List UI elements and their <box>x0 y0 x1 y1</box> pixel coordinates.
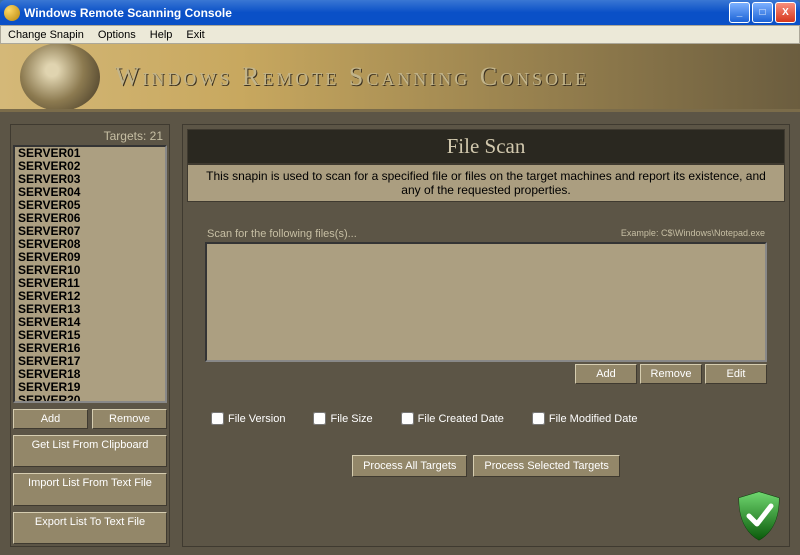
maximize-button[interactable]: □ <box>752 2 773 23</box>
menu-options[interactable]: Options <box>91 27 143 43</box>
sidebar: Targets: 21 SERVER01SERVER02SERVER03SERV… <box>10 124 170 547</box>
export-list-text-button[interactable]: Export List To Text File <box>13 512 167 544</box>
targets-count-label: Targets: 21 <box>13 127 167 145</box>
close-button[interactable]: X <box>775 2 796 23</box>
scan-files-listbox[interactable] <box>205 242 767 362</box>
scan-files-group: Scan for the following files(s)... Examp… <box>205 228 767 384</box>
file-version-checkbox[interactable] <box>211 412 224 425</box>
targets-listbox[interactable]: SERVER01SERVER02SERVER03SERVER04SERVER05… <box>13 145 167 403</box>
targets-add-button[interactable]: Add <box>13 409 88 429</box>
get-list-clipboard-button[interactable]: Get List From Clipboard <box>13 435 167 467</box>
content-panel: File Scan This snapin is used to scan fo… <box>182 124 790 547</box>
menu-help[interactable]: Help <box>143 27 180 43</box>
list-item[interactable]: SERVER20 <box>15 394 165 403</box>
property-checkboxes: File Version File Size File Created Date… <box>211 412 765 425</box>
globe-icon <box>20 44 100 111</box>
titlebar: Windows Remote Scanning Console _ □ X <box>0 0 800 25</box>
check-file-created[interactable]: File Created Date <box>401 412 504 425</box>
files-remove-button[interactable]: Remove <box>640 364 702 384</box>
process-all-button[interactable]: Process All Targets <box>352 455 467 477</box>
file-modified-checkbox[interactable] <box>532 412 545 425</box>
files-add-button[interactable]: Add <box>575 364 637 384</box>
panel-description: This snapin is used to scan for a specif… <box>187 164 785 202</box>
scan-files-label: Scan for the following files(s)... <box>207 228 357 240</box>
banner: Windows Remote Scanning Console <box>0 44 800 112</box>
menubar: Change Snapin Options Help Exit <box>0 25 800 44</box>
check-file-modified[interactable]: File Modified Date <box>532 412 638 425</box>
minimize-button[interactable]: _ <box>729 2 750 23</box>
file-created-checkbox[interactable] <box>401 412 414 425</box>
main-area: Targets: 21 SERVER01SERVER02SERVER03SERV… <box>0 112 800 555</box>
menu-change-snapin[interactable]: Change Snapin <box>1 27 91 43</box>
file-size-checkbox[interactable] <box>313 412 326 425</box>
menu-exit[interactable]: Exit <box>179 27 211 43</box>
files-edit-button[interactable]: Edit <box>705 364 767 384</box>
banner-text: Windows Remote Scanning Console <box>115 62 589 92</box>
import-list-text-button[interactable]: Import List From Text File <box>13 473 167 505</box>
shield-check-icon <box>735 490 783 542</box>
scan-files-example: Example: C$\Windows\Notepad.exe <box>621 228 765 240</box>
panel-title: File Scan <box>187 129 785 164</box>
window-title: Windows Remote Scanning Console <box>24 6 729 20</box>
check-file-size[interactable]: File Size <box>313 412 372 425</box>
targets-remove-button[interactable]: Remove <box>92 409 167 429</box>
check-file-version[interactable]: File Version <box>211 412 285 425</box>
process-selected-button[interactable]: Process Selected Targets <box>473 455 620 477</box>
app-icon <box>4 5 20 21</box>
